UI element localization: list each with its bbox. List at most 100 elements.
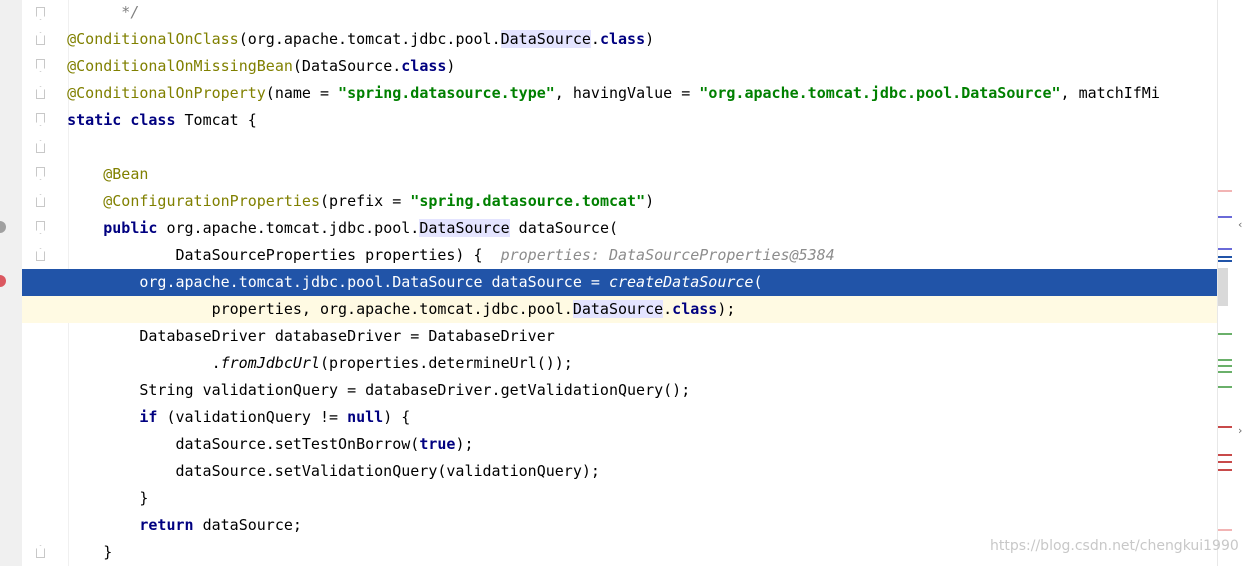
code-token: @ConditionalOnClass — [67, 30, 239, 48]
code-token: (prefix = — [319, 192, 411, 210]
code-token: DataSource — [572, 300, 664, 318]
editor-scrollbar[interactable] — [1217, 0, 1245, 566]
code-token: @Bean — [103, 165, 149, 183]
code-line[interactable]: dataSource.setTestOnBorrow(true); — [22, 431, 1217, 458]
code-token: createDataSource — [608, 273, 754, 291]
code-token: . — [663, 300, 673, 318]
scrollbar-marker[interactable] — [1218, 248, 1232, 250]
scrollbar-marker[interactable] — [1218, 529, 1232, 531]
code-line-text: org.apache.tomcat.jdbc.pool.DataSource d… — [139, 269, 1245, 296]
code-line[interactable]: return dataSource; — [22, 512, 1217, 539]
scrollbar-marker[interactable] — [1218, 359, 1232, 361]
code-token: true — [419, 435, 456, 453]
code-line[interactable]: */ — [22, 0, 1217, 26]
scrollbar-marker[interactable] — [1218, 426, 1232, 428]
code-line-text: @ConditionalOnClass(org.apache.tomcat.jd… — [67, 26, 1245, 53]
code-token: } — [103, 543, 113, 561]
code-line[interactable]: @ConditionalOnProperty(name = "spring.da… — [22, 80, 1217, 107]
code-token: public — [103, 219, 158, 237]
code-line-text: static class Tomcat { — [67, 107, 1245, 134]
code-token: ) — [645, 30, 655, 48]
code-line[interactable]: if (validationQuery != null) { — [22, 404, 1217, 431]
caret-line[interactable]: properties, org.apache.tomcat.jdbc.pool.… — [22, 296, 1217, 323]
code-line-text: .fromJdbcUrl(properties.determineUrl()); — [212, 350, 1245, 377]
code-line-text: @Bean — [103, 161, 1245, 188]
code-token: ) { — [383, 408, 411, 426]
code-token: (validationQuery != — [157, 408, 348, 426]
code-token: class — [599, 30, 646, 48]
scrollbar-marker[interactable] — [1218, 333, 1232, 335]
code-line-text: String validationQuery = databaseDriver.… — [139, 377, 1245, 404]
code-line-text: */ — [121, 0, 1245, 26]
code-token: (DataSource. — [292, 57, 402, 75]
code-line-text: @ConfigurationProperties(prefix = "sprin… — [103, 188, 1245, 215]
code-line-text: } — [139, 485, 1245, 512]
code-line[interactable]: @Bean — [22, 161, 1217, 188]
code-line[interactable]: } — [22, 485, 1217, 512]
code-token: @ConditionalOnMissingBean — [67, 57, 293, 75]
scrollbar-marker[interactable] — [1218, 371, 1232, 373]
chevron-icon[interactable]: ‹ — [1238, 218, 1242, 231]
code-token: Tomcat { — [175, 111, 257, 129]
code-token: static class — [67, 111, 176, 129]
code-token: dataSource.setValidationQuery(validation… — [175, 462, 600, 480]
code-token: org.apache.tomcat.jdbc.pool.DataSource d… — [139, 273, 609, 291]
code-token: DatabaseDriver databaseDriver = Database… — [139, 327, 555, 345]
code-token: . — [590, 30, 600, 48]
code-token: @ConditionalOnProperty — [67, 84, 266, 102]
code-token: (org.apache.tomcat.jdbc.pool. — [238, 30, 501, 48]
code-token: "org.apache.tomcat.jdbc.pool.DataSource" — [699, 84, 1061, 102]
execution-line[interactable]: org.apache.tomcat.jdbc.pool.DataSource d… — [22, 269, 1217, 296]
code-token: return — [139, 516, 194, 534]
code-token: , matchIfMi — [1060, 84, 1160, 102]
code-token: ); — [717, 300, 736, 318]
scrollbar-marker[interactable] — [1218, 365, 1232, 367]
code-token: dataSource( — [509, 219, 619, 237]
chevron-icon[interactable]: › — [1238, 424, 1242, 437]
code-token: org.apache.tomcat.jdbc.pool. — [157, 219, 420, 237]
code-line[interactable]: static class Tomcat { — [22, 107, 1217, 134]
code-token: dataSource.setTestOnBorrow( — [175, 435, 420, 453]
code-token: ) — [645, 192, 655, 210]
scrollbar-marker[interactable] — [1218, 256, 1232, 258]
code-token: class — [672, 300, 718, 318]
code-line-text — [31, 134, 1226, 161]
code-token: ( — [753, 273, 763, 291]
scrollbar-marker[interactable] — [1218, 469, 1232, 471]
scrollbar-marker[interactable] — [1218, 461, 1232, 463]
code-line[interactable]: dataSource.setValidationQuery(validation… — [22, 458, 1217, 485]
code-token: String validationQuery = databaseDriver.… — [139, 381, 691, 399]
code-line-text: if (validationQuery != null) { — [139, 404, 1245, 431]
code-line[interactable]: .fromJdbcUrl(properties.determineUrl()); — [22, 350, 1217, 377]
scrollbar-marker[interactable] — [1218, 190, 1232, 192]
code-line-text: DataSourceProperties properties) { prope… — [175, 242, 1245, 269]
scrollbar-marker[interactable] — [1218, 386, 1232, 388]
code-token: DataSource — [419, 219, 510, 237]
code-token: DataSourceProperties properties) { — [175, 246, 501, 264]
code-line[interactable]: String validationQuery = databaseDriver.… — [22, 377, 1217, 404]
code-line[interactable]: @ConditionalOnClass(org.apache.tomcat.jd… — [22, 26, 1217, 53]
code-line[interactable]: DatabaseDriver databaseDriver = Database… — [22, 323, 1217, 350]
scrollbar-marker[interactable] — [1218, 454, 1232, 456]
scrollbar-marker[interactable] — [1218, 260, 1232, 262]
code-line[interactable] — [22, 134, 1217, 161]
code-line[interactable]: @ConditionalOnMissingBean(DataSource.cla… — [22, 53, 1217, 80]
code-line[interactable]: @ConfigurationProperties(prefix = "sprin… — [22, 188, 1217, 215]
code-line-text: dataSource.setTestOnBorrow(true); — [175, 431, 1245, 458]
code-token: @ConfigurationProperties — [103, 192, 320, 210]
inline-debug-value: properties: DataSourceProperties@5384 — [500, 246, 835, 264]
code-token: DataSource — [500, 30, 591, 48]
code-token: (properties.determineUrl()); — [319, 354, 573, 372]
code-token: (name = — [265, 84, 339, 102]
code-line[interactable]: DataSourceProperties properties) { prope… — [22, 242, 1217, 269]
code-line[interactable]: public org.apache.tomcat.jdbc.pool.DataS… — [22, 215, 1217, 242]
code-line-text: public org.apache.tomcat.jdbc.pool.DataS… — [103, 215, 1245, 242]
code-token: ) — [446, 57, 456, 75]
code-token: , havingValue = — [554, 84, 700, 102]
code-line-text: return dataSource; — [139, 512, 1245, 539]
code-line-text: @ConditionalOnProperty(name = "spring.da… — [67, 80, 1245, 107]
code-token: } — [139, 489, 149, 507]
scrollbar-thumb[interactable] — [1218, 268, 1228, 306]
scrollbar-marker[interactable] — [1218, 216, 1232, 218]
code-token: null — [347, 408, 384, 426]
